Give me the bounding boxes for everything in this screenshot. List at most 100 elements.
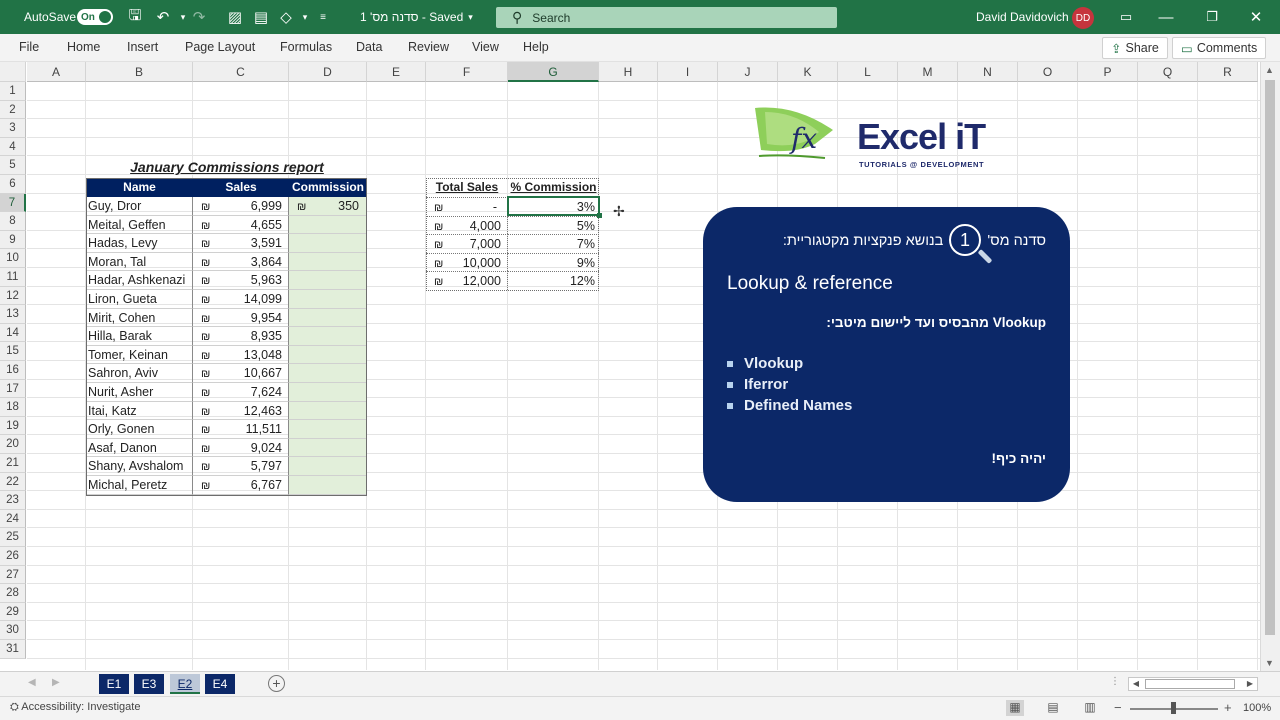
zoom-in-icon[interactable]: +: [1224, 700, 1232, 715]
table-row-name[interactable]: Meital, Geffen: [86, 215, 193, 235]
scroll-down-icon[interactable]: ▼: [1265, 658, 1274, 668]
ribbon-display-icon[interactable]: ▭: [1106, 0, 1146, 34]
column-header-a[interactable]: A: [27, 62, 86, 82]
tab-data[interactable]: Data: [356, 40, 382, 54]
vertical-scroll-thumb[interactable]: [1265, 80, 1275, 635]
row-header-9[interactable]: 9: [0, 230, 26, 250]
picture-icon[interactable]: ▨: [224, 0, 246, 34]
lookup-row-pct[interactable]: 5%: [508, 215, 599, 235]
table-row-sales[interactable]: ₪ 7,624: [193, 383, 289, 402]
close-icon[interactable]: ✕: [1236, 0, 1276, 34]
row-header-22[interactable]: 22: [0, 472, 26, 492]
row-header-15[interactable]: 15: [0, 342, 26, 361]
table-row-name[interactable]: Sahron, Aviv: [86, 364, 193, 383]
table-row-name[interactable]: Michal, Peretz: [86, 476, 193, 495]
table-row-sales[interactable]: ₪ 3,864: [193, 252, 289, 272]
table-row-commission[interactable]: [289, 271, 367, 290]
vertical-scrollbar[interactable]: ▲ ▼: [1260, 62, 1280, 671]
row-header-7[interactable]: 7: [0, 193, 26, 213]
header-name[interactable]: Name: [86, 178, 193, 197]
lookup-row-sales[interactable]: ₪ 7,000: [426, 234, 508, 253]
table-row-sales[interactable]: ₪ 14,099: [193, 290, 289, 309]
table-row-commission[interactable]: [289, 364, 367, 383]
table-row-sales[interactable]: ₪ 11,511: [193, 420, 289, 439]
column-header-f[interactable]: F: [426, 62, 508, 82]
row-header-30[interactable]: 30: [0, 621, 26, 640]
column-header-j[interactable]: J: [718, 62, 778, 82]
next-sheet-icon[interactable]: ▶: [52, 677, 60, 688]
avatar[interactable]: DD: [1072, 7, 1094, 29]
row-header-18[interactable]: 18: [0, 398, 26, 417]
row-header-21[interactable]: 21: [0, 454, 26, 473]
table-row-commission[interactable]: [289, 420, 367, 439]
lookup-row-sales[interactable]: ₪ 4,000: [426, 215, 508, 235]
table-row-commission[interactable]: [289, 234, 367, 253]
lookup-row-sales[interactable]: ₪ 12,000: [426, 271, 508, 290]
accessibility-status[interactable]: ⛭ Accessibility: Investigate: [10, 701, 140, 714]
table-row-sales[interactable]: ₪ 10,667: [193, 364, 289, 383]
lookup-row-sales[interactable]: ₪ 10,000: [426, 252, 508, 272]
undo-icon[interactable]: ↶: [152, 0, 174, 34]
row-header-16[interactable]: 16: [0, 361, 26, 380]
table-row-commission[interactable]: [289, 345, 367, 365]
tab-split-handle-icon[interactable]: ⋮: [1110, 676, 1120, 687]
restore-icon[interactable]: ❐: [1192, 0, 1232, 34]
row-header-10[interactable]: 10: [0, 249, 26, 268]
table-row-commission[interactable]: [289, 327, 367, 346]
sheet-tab-e2[interactable]: E2: [170, 674, 200, 694]
search-box[interactable]: ⚲ Search: [496, 7, 837, 28]
table-row-sales[interactable]: ₪ 5,963: [193, 271, 289, 290]
table-row-sales[interactable]: ₪ 9,024: [193, 438, 289, 458]
tab-page-layout[interactable]: Page Layout: [185, 40, 255, 54]
tab-home[interactable]: Home: [67, 40, 100, 54]
header-sales[interactable]: Sales: [193, 178, 289, 197]
tab-review[interactable]: Review: [408, 40, 449, 54]
zoom-level[interactable]: 100%: [1243, 702, 1271, 714]
row-header-4[interactable]: 4: [0, 137, 26, 157]
lookup-header-total-sales[interactable]: Total Sales: [426, 178, 508, 197]
horizontal-scrollbar[interactable]: ◀ ▶: [1128, 677, 1258, 691]
table-row-commission[interactable]: [289, 252, 367, 272]
table-row-commission[interactable]: [289, 401, 367, 421]
row-header-1[interactable]: 1: [0, 82, 26, 101]
column-header-p[interactable]: P: [1078, 62, 1138, 82]
column-header-r[interactable]: R: [1198, 62, 1258, 82]
column-header-m[interactable]: M: [898, 62, 958, 82]
table-row-name[interactable]: Hadas, Levy: [86, 234, 193, 253]
row-header-19[interactable]: 19: [0, 416, 26, 436]
save-icon[interactable]: 🖫: [124, 0, 146, 34]
table-row-name[interactable]: Shany, Avshalom: [86, 457, 193, 476]
active-cell-g7[interactable]: [507, 196, 600, 216]
select-all-corner[interactable]: [0, 62, 26, 82]
row-header-24[interactable]: 24: [0, 509, 26, 529]
column-header-l[interactable]: L: [838, 62, 898, 82]
table-row-commission[interactable]: ₪ 350: [289, 197, 367, 216]
lookup-row-sales[interactable]: ₪ -: [426, 197, 508, 216]
table-row-name[interactable]: Hilla, Barak: [86, 327, 193, 346]
autosave-toggle[interactable]: On: [77, 9, 113, 25]
column-header-d[interactable]: D: [289, 62, 367, 82]
add-sheet-button[interactable]: +: [268, 675, 285, 692]
column-header-e[interactable]: E: [367, 62, 426, 82]
table-row-name[interactable]: Asaf, Danon: [86, 438, 193, 458]
sheet-tab-e3[interactable]: E3: [134, 674, 164, 694]
tab-insert[interactable]: Insert: [127, 40, 158, 54]
table-row-name[interactable]: Itai, Katz: [86, 401, 193, 421]
column-header-b[interactable]: B: [86, 62, 193, 82]
row-header-6[interactable]: 6: [0, 175, 26, 194]
table-row-name[interactable]: Nurit, Asher: [86, 383, 193, 402]
row-header-31[interactable]: 31: [0, 640, 26, 659]
table-row-name[interactable]: Mirit, Cohen: [86, 308, 193, 328]
column-header-k[interactable]: K: [778, 62, 838, 82]
table-row-commission[interactable]: [289, 476, 367, 495]
table-row-commission[interactable]: [289, 438, 367, 458]
table-row-commission[interactable]: [289, 308, 367, 328]
zoom-slider-knob[interactable]: [1171, 702, 1176, 714]
table-row-name[interactable]: Orly, Gonen: [86, 420, 193, 439]
column-header-o[interactable]: O: [1018, 62, 1078, 82]
row-header-2[interactable]: 2: [0, 100, 26, 120]
table-row-name[interactable]: Moran, Tal: [86, 252, 193, 272]
document-icon[interactable]: ▤: [250, 0, 272, 34]
normal-view-icon[interactable]: ▦: [1006, 700, 1024, 716]
worksheet-grid[interactable]: January Commissions report Name Sales Co…: [27, 82, 1260, 670]
